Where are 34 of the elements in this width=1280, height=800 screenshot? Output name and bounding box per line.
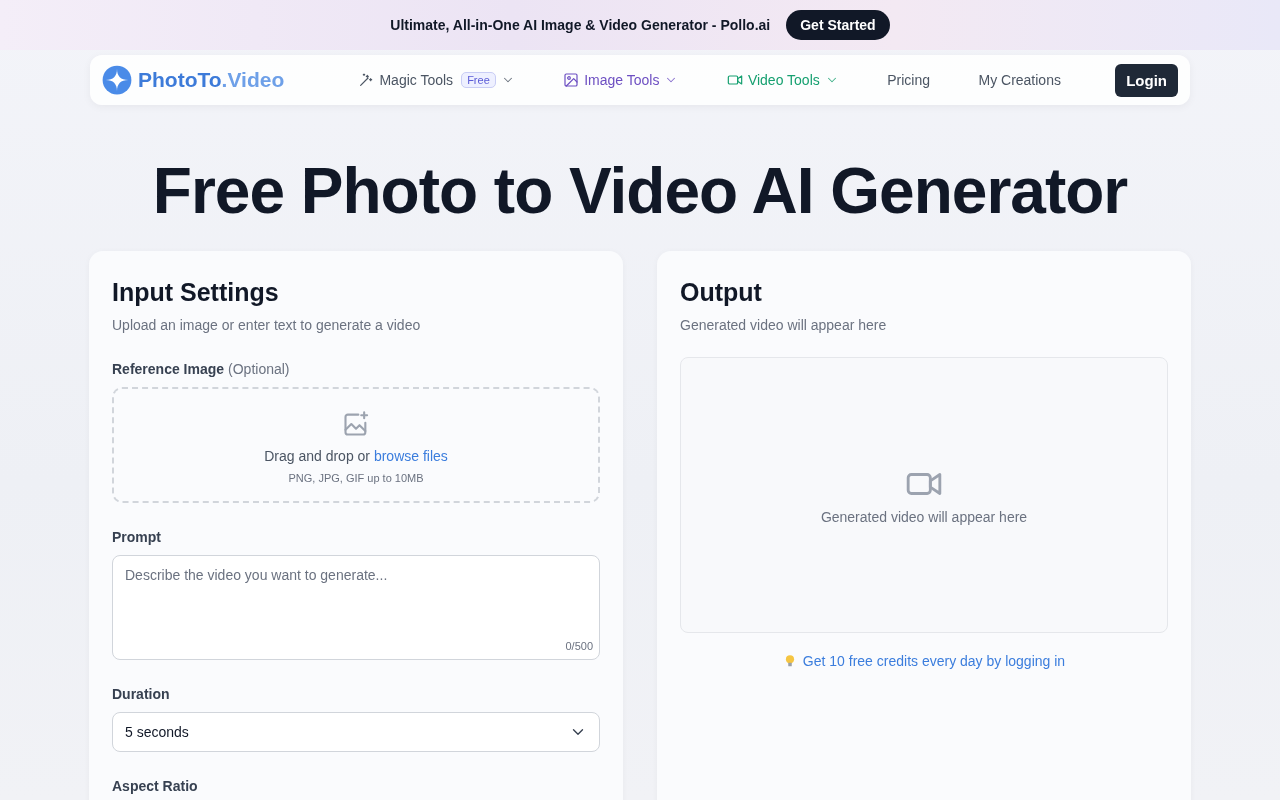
image-icon bbox=[563, 72, 580, 88]
image-add-icon bbox=[342, 410, 370, 438]
nav-link[interactable]: Magic Tools Free bbox=[358, 72, 515, 88]
video-camera-icon bbox=[726, 72, 743, 88]
field-label: Prompt bbox=[112, 529, 162, 545]
free-badge: Free bbox=[461, 72, 496, 88]
card-heading: Input Settings bbox=[112, 277, 280, 308]
file-format-note: PNG, JPG, GIF up to 10MB bbox=[288, 472, 424, 484]
nav-link[interactable]: My Creations bbox=[978, 72, 1061, 88]
optional-hint: (Optional) bbox=[228, 361, 290, 377]
field-label: Reference Image bbox=[112, 361, 225, 377]
page-title: Free Photo to Video AI Generator bbox=[151, 154, 1129, 229]
card-subtitle: Generated video will appear here bbox=[680, 317, 888, 333]
select-value: 5 seconds bbox=[125, 724, 189, 740]
magic-wand-icon bbox=[358, 72, 375, 88]
field-label: Duration bbox=[112, 686, 171, 702]
logo-link[interactable]: PhotoTo.Video bbox=[102, 65, 285, 95]
logo-text: PhotoTo.Video bbox=[138, 68, 285, 92]
browse-files-link[interactable]: browse files bbox=[373, 448, 448, 464]
nav-link[interactable]: Pricing bbox=[887, 72, 930, 88]
card-heading: Output bbox=[680, 277, 763, 308]
character-count: 0/500 bbox=[565, 640, 593, 652]
free-credits-link[interactable]: Get 10 free credits every day by logging in bbox=[802, 653, 1066, 669]
login-button[interactable]: Login bbox=[1115, 63, 1178, 97]
logo-icon bbox=[102, 65, 132, 95]
card-subtitle: Upload an image or enter text to generate a video bbox=[112, 317, 422, 333]
promo-text: Ultimate, All-in-One AI Image & Video Generator - Pollo.ai bbox=[390, 17, 771, 33]
field-label: Aspect Ratio bbox=[112, 778, 199, 794]
image-drop-zone[interactable]: Drag and drop or browse files PNG, JPG, GIF up to 10MB bbox=[112, 387, 600, 503]
get-started-button[interactable]: Get Started bbox=[786, 10, 890, 40]
nav-link[interactable]: Image Tools bbox=[563, 72, 679, 88]
empty-state-text: Generated video will appear here bbox=[820, 509, 1028, 525]
drop-instruction: Drag and drop or browse files bbox=[264, 448, 448, 464]
duration-select[interactable]: 5 seconds bbox=[112, 712, 600, 752]
